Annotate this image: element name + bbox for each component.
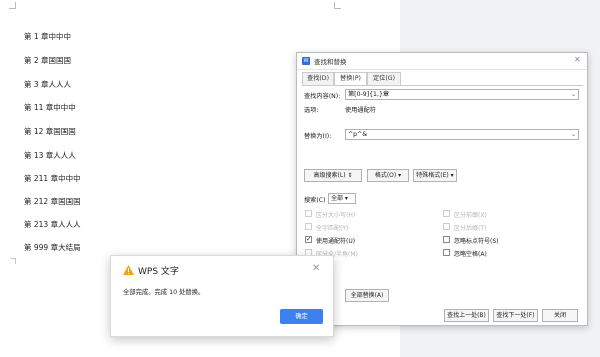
document-line: 第 13 章人人人 <box>24 151 76 160</box>
advanced-search-button[interactable]: 高级搜索(L) ⇕ <box>304 169 362 182</box>
ignore-spaces-checkbox[interactable] <box>443 249 450 256</box>
match-prefix-label: 区分前缀(X) <box>454 212 487 219</box>
find-next-button[interactable]: 查找下一处(F) <box>493 309 538 322</box>
document-line: 第 999 章大结局 <box>24 243 81 252</box>
completion-message-box: WPS 文字 ✕ 全部完成。完成 10 处替换。 确定 <box>110 255 334 337</box>
whole-word-checkbox[interactable] <box>305 223 312 230</box>
chevron-down-icon[interactable]: ⌄ <box>571 130 576 139</box>
wps-logo-icon: W <box>302 57 310 65</box>
dialog-titlebar[interactable]: W 查找和替换 ✕ <box>297 53 587 70</box>
ignore-punctuation-checkbox[interactable] <box>443 236 450 243</box>
dialog-title: 查找和替换 <box>314 58 347 66</box>
whole-word-label: 全字匹配(Y) <box>316 225 349 232</box>
find-previous-button[interactable]: 查找上一处(B) <box>444 309 489 322</box>
document-line: 第 213 章人人人 <box>24 220 81 229</box>
ignore-spaces-label: 忽略空格(A) <box>454 251 487 258</box>
format-button[interactable]: 格式(O) ▾ <box>367 169 409 182</box>
document-line: 第 3 章人人人 <box>24 80 72 89</box>
match-case-checkbox[interactable] <box>305 210 312 217</box>
match-prefix-checkbox[interactable] <box>443 210 450 217</box>
message-title: WPS 文字 <box>138 267 179 277</box>
replace-all-button[interactable]: 全部替换(A) <box>345 289 389 302</box>
tab-replace[interactable]: 替换(P) <box>334 72 367 86</box>
use-wildcards-label: 使用通配符(U) <box>316 238 356 245</box>
page-corner-mark <box>334 2 341 9</box>
page-margin-mark <box>10 258 16 264</box>
document-line: 第 2 章国国国 <box>24 56 72 65</box>
replace-input[interactable]: ^p^& ⌄ <box>345 129 579 140</box>
find-replace-dialog: W 查找和替换 ✕ 查找(D) 替换(P) 定位(G) 查找内容(N): 第[0… <box>296 52 588 326</box>
options-label: 选项: <box>304 107 319 114</box>
dialog-close-icon[interactable]: ✕ <box>574 55 581 64</box>
tab-find[interactable]: 查找(D) <box>302 72 334 85</box>
tab-goto[interactable]: 定位(G) <box>367 72 401 85</box>
match-suffix-checkbox[interactable] <box>443 223 450 230</box>
find-input-value: 第[0-9]{1,}章 <box>348 91 390 98</box>
find-input[interactable]: 第[0-9]{1,}章 ⌄ <box>345 89 579 100</box>
document-line: 第 12 章国国国 <box>24 127 76 136</box>
ok-button[interactable]: 确定 <box>280 309 323 324</box>
document-line: 第 212 章国国国 <box>24 197 81 206</box>
find-label: 查找内容(N): <box>304 93 341 100</box>
options-value: 使用通配符 <box>345 107 376 114</box>
close-icon[interactable]: ✕ <box>312 263 320 274</box>
document-line: 第 211 章中中中 <box>24 174 81 183</box>
message-text: 全部完成。完成 10 处替换。 <box>123 289 205 296</box>
search-scope-select[interactable]: 全部 ▾ <box>328 193 356 204</box>
ignore-punctuation-label: 忽略标点符号(S) <box>454 238 499 245</box>
document-line: 第 1 章中中中 <box>24 32 72 41</box>
page-corner-mark <box>9 2 16 9</box>
match-suffix-label: 区分后缀(T) <box>454 225 487 232</box>
document-line: 第 11 章中中中 <box>24 103 76 112</box>
chevron-down-icon[interactable]: ⌄ <box>571 90 576 99</box>
use-wildcards-checkbox[interactable] <box>305 235 312 243</box>
special-format-button[interactable]: 特殊格式(E) ▾ <box>413 169 457 182</box>
tab-divider <box>302 85 583 86</box>
close-button[interactable]: 关闭 <box>542 309 578 322</box>
warning-icon <box>123 265 134 275</box>
replace-label: 替换为(I): <box>304 133 332 140</box>
match-case-label: 区分大小写(H) <box>316 212 356 219</box>
search-label: 搜索(C) <box>304 197 326 204</box>
search-scope-value: 全部 <box>331 195 344 202</box>
replace-input-value: ^p^& <box>348 131 368 138</box>
